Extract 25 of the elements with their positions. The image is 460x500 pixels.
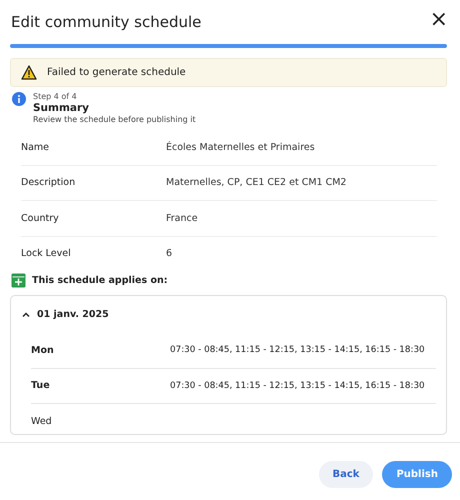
detail-value: France [166, 212, 198, 224]
step-description: Review the schedule before publishing it [33, 115, 196, 124]
alert-message: Failed to generate schedule [47, 67, 186, 78]
close-button[interactable]: × [426, 10, 452, 30]
day-name: Tue [31, 380, 51, 392]
day-name: Wed [31, 416, 53, 427]
step-counter: Step 4 of 4 [33, 92, 78, 101]
warning-icon [21, 65, 37, 80]
opening-hours: 07:30 - 08:45, 11:15 - 12:15, 13:15 - 14:15, 16:15 - 18:30 [170, 345, 425, 356]
detail-value: Écoles Maternelles et Primaires [166, 142, 315, 153]
detail-label: Name [21, 142, 50, 153]
dialog-title: Edit community schedule [11, 13, 202, 31]
period-header[interactable]: 01 janv. 2025 [21, 296, 109, 333]
detail-label: Lock Level [21, 248, 72, 260]
opening-hours: 07:30 - 08:45, 11:15 - 12:15, 13:15 - 14:15, 16:15 - 18:30 [170, 380, 425, 391]
back-button[interactable]: Back [318, 461, 374, 488]
detail-value: Maternelles, CP, CE1 CE2 et CM1 CM2 [166, 177, 346, 188]
step-title: Summary [33, 102, 90, 114]
info-icon [12, 92, 26, 106]
detail-value: 6 [166, 248, 172, 260]
section-heading: This schedule applies on: [32, 275, 168, 286]
detail-label: Country [21, 212, 60, 224]
detail-label: Description [21, 177, 76, 188]
day-name: Mon [31, 344, 55, 356]
calendar-add-icon [11, 273, 26, 288]
